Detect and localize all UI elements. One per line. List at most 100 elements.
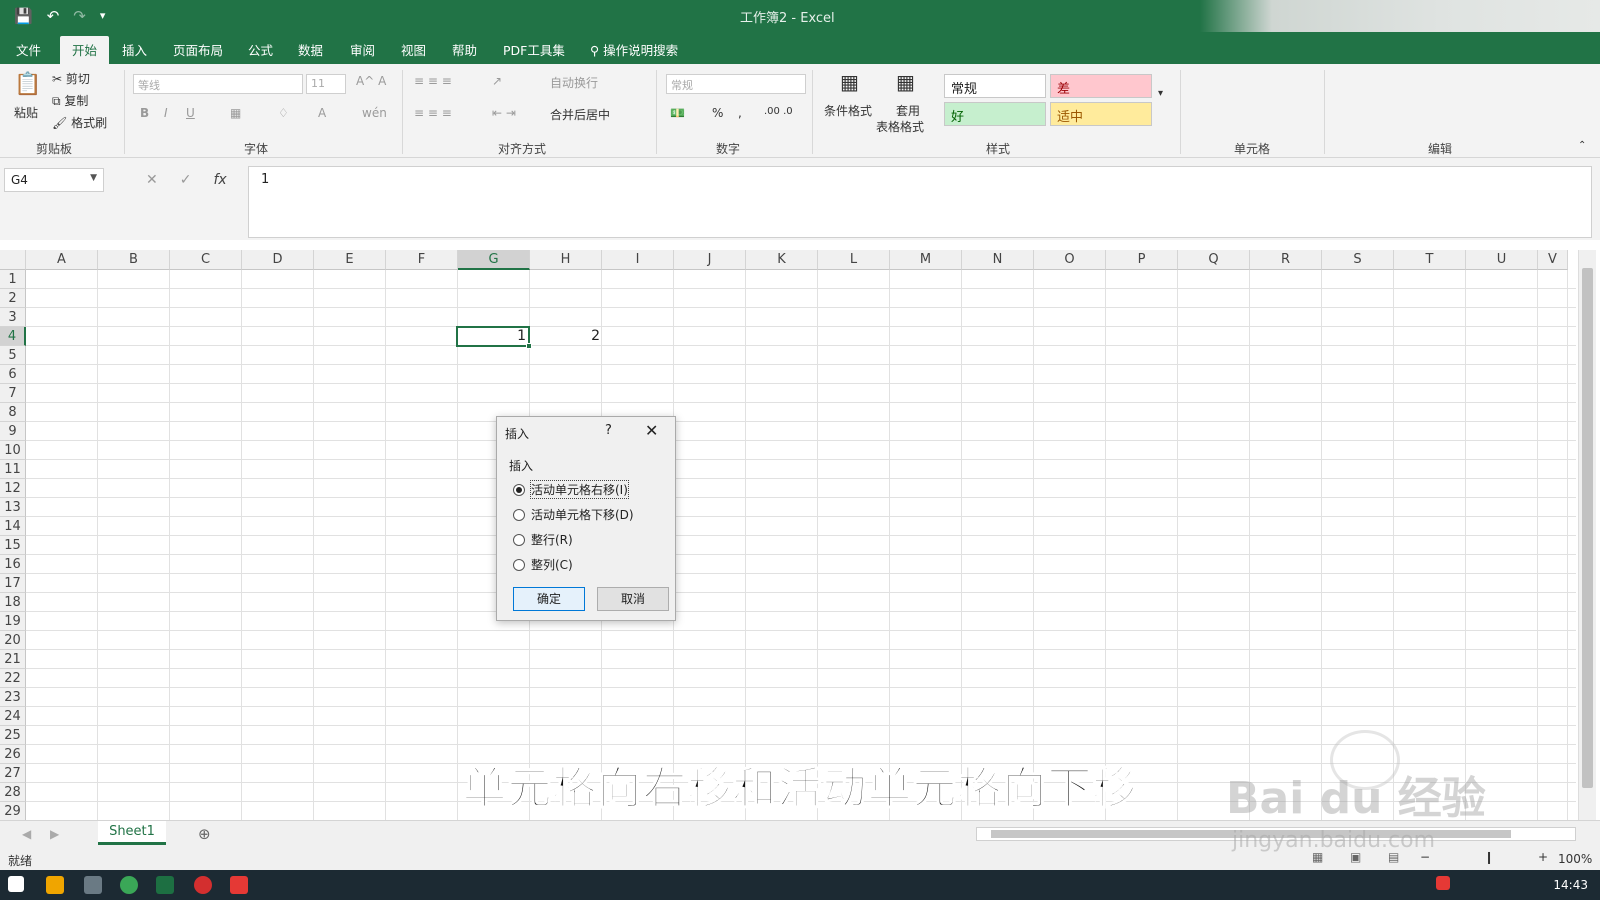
border-icon[interactable]: ▦ xyxy=(230,106,241,120)
merge-center-button[interactable]: 合并后居中 xyxy=(550,106,610,123)
paste-button[interactable]: 粘贴 xyxy=(14,104,38,121)
clock[interactable]: 14:43 xyxy=(1553,878,1588,892)
select-all-corner[interactable] xyxy=(0,250,26,270)
column-header-q[interactable]: Q xyxy=(1178,250,1250,270)
tab-data[interactable]: 数据 xyxy=(298,40,323,59)
style-normal[interactable]: 常规 xyxy=(944,74,1046,98)
align-left-icon[interactable]: ≡ ≡ ≡ xyxy=(414,106,452,120)
undo-icon[interactable]: ↶ xyxy=(47,6,60,26)
row-header-7[interactable]: 7 xyxy=(0,384,26,403)
column-header-t[interactable]: T xyxy=(1394,250,1466,270)
column-header-j[interactable]: J xyxy=(674,250,746,270)
option-entire-row[interactable]: 整行(R) xyxy=(513,531,573,548)
paste-icon[interactable]: 📋 xyxy=(14,72,41,97)
row-header-16[interactable]: 16 xyxy=(0,555,26,574)
cell-g4[interactable]: 1 xyxy=(458,328,526,344)
collapse-ribbon-icon[interactable]: ⌃ xyxy=(1578,140,1586,151)
number-format-combo[interactable]: 常规 xyxy=(666,74,806,94)
styles-scroll-icon[interactable]: ▾ xyxy=(1158,88,1163,99)
tab-file[interactable]: 文件 xyxy=(16,40,41,59)
help-icon[interactable]: ? xyxy=(605,423,612,438)
column-header-o[interactable]: O xyxy=(1034,250,1106,270)
option-entire-column[interactable]: 整列(C) xyxy=(513,556,573,573)
row-header-19[interactable]: 19 xyxy=(0,612,26,631)
add-sheet-icon[interactable]: ⊕ xyxy=(198,825,211,843)
font-color-icon[interactable]: A xyxy=(318,106,326,120)
font-name-combo[interactable]: 等线 xyxy=(133,74,303,94)
file-app-icon[interactable] xyxy=(84,876,102,894)
row-header-1[interactable]: 1 xyxy=(0,270,26,289)
tab-pdf-tools[interactable]: PDF工具集 xyxy=(503,40,565,59)
row-header-10[interactable]: 10 xyxy=(0,441,26,460)
media-app-icon[interactable] xyxy=(46,876,64,894)
bold-icon[interactable]: B xyxy=(140,106,149,120)
tray-app-icon[interactable] xyxy=(1436,876,1450,890)
formula-input[interactable]: 1 xyxy=(248,166,1592,238)
column-header-s[interactable]: S xyxy=(1322,250,1394,270)
column-header-v[interactable]: V xyxy=(1538,250,1568,270)
browser-icon[interactable] xyxy=(120,876,138,894)
orientation-icon[interactable]: ↗ xyxy=(492,74,502,88)
font-size-combo[interactable]: 11 xyxy=(306,74,346,94)
column-header-f[interactable]: F xyxy=(386,250,458,270)
cancel-icon[interactable]: ✕ xyxy=(146,172,158,188)
excel-icon[interactable] xyxy=(156,876,174,894)
column-header-k[interactable]: K xyxy=(746,250,818,270)
cancel-button[interactable]: 取消 xyxy=(597,587,669,611)
tab-review[interactable]: 审阅 xyxy=(350,40,375,59)
save-icon[interactable]: 💾 xyxy=(14,6,33,26)
vertical-scrollbar[interactable] xyxy=(1578,250,1596,820)
column-header-n[interactable]: N xyxy=(962,250,1034,270)
vertical-scroll-thumb[interactable] xyxy=(1582,268,1593,788)
phonetic-icon[interactable]: wén xyxy=(362,106,387,120)
row-header-24[interactable]: 24 xyxy=(0,707,26,726)
conditional-format-icon[interactable]: ▦ xyxy=(840,70,859,94)
row-header-13[interactable]: 13 xyxy=(0,498,26,517)
format-painter-button[interactable]: 🖌 格式刷 xyxy=(52,114,107,131)
row-header-23[interactable]: 23 xyxy=(0,688,26,707)
align-top-icon[interactable]: ≡ ≡ ≡ xyxy=(414,74,452,88)
tab-home[interactable]: 开始 xyxy=(60,36,110,64)
cell-h4[interactable]: 2 xyxy=(530,328,600,344)
column-header-m[interactable]: M xyxy=(890,250,962,270)
comma-icon[interactable]: , xyxy=(738,106,742,120)
style-good[interactable]: 好 xyxy=(944,102,1046,126)
row-header-25[interactable]: 25 xyxy=(0,726,26,745)
column-header-b[interactable]: B xyxy=(98,250,170,270)
column-header-e[interactable]: E xyxy=(314,250,386,270)
column-header-i[interactable]: I xyxy=(602,250,674,270)
row-header-21[interactable]: 21 xyxy=(0,650,26,669)
row-header-5[interactable]: 5 xyxy=(0,346,26,365)
close-icon[interactable]: ✕ xyxy=(645,421,658,440)
conditional-format-button[interactable]: 条件格式 xyxy=(824,102,872,119)
table-format-icon[interactable]: ▦ xyxy=(896,70,915,94)
row-header-17[interactable]: 17 xyxy=(0,574,26,593)
tab-formulas[interactable]: 公式 xyxy=(248,40,273,59)
table-format-label-2[interactable]: 表格格式 xyxy=(876,118,924,135)
table-format-label-1[interactable]: 套用 xyxy=(896,102,920,119)
column-header-l[interactable]: L xyxy=(818,250,890,270)
confirm-icon[interactable]: ✓ xyxy=(180,172,192,188)
next-sheet-icon[interactable]: ▶ xyxy=(50,827,59,841)
cut-button[interactable]: ✂ 剪切 xyxy=(52,70,90,87)
column-header-r[interactable]: R xyxy=(1250,250,1322,270)
function-icon[interactable]: fx xyxy=(213,172,226,188)
column-header-p[interactable]: P xyxy=(1106,250,1178,270)
recorder-icon[interactable] xyxy=(194,876,212,894)
row-header-18[interactable]: 18 xyxy=(0,593,26,612)
sheet-tab-sheet1[interactable]: Sheet1 xyxy=(98,821,166,845)
radio-selected[interactable] xyxy=(513,483,525,496)
zoom-in-icon[interactable]: + xyxy=(1538,850,1548,864)
tab-insert[interactable]: 插入 xyxy=(122,40,147,59)
row-header-4[interactable]: 4 xyxy=(0,327,26,346)
tab-page-layout[interactable]: 页面布局 xyxy=(173,40,223,59)
style-neutral[interactable]: 适中 xyxy=(1050,102,1152,126)
row-header-6[interactable]: 6 xyxy=(0,365,26,384)
column-header-c[interactable]: C xyxy=(170,250,242,270)
tab-view[interactable]: 视图 xyxy=(401,40,426,59)
redo-icon[interactable]: ↷ xyxy=(73,6,86,26)
column-header-h[interactable]: H xyxy=(530,250,602,270)
fill-color-icon[interactable]: ♢ xyxy=(278,106,289,120)
copy-button[interactable]: ⧉ 复制 xyxy=(52,92,88,109)
column-header-g[interactable]: G xyxy=(458,250,530,270)
